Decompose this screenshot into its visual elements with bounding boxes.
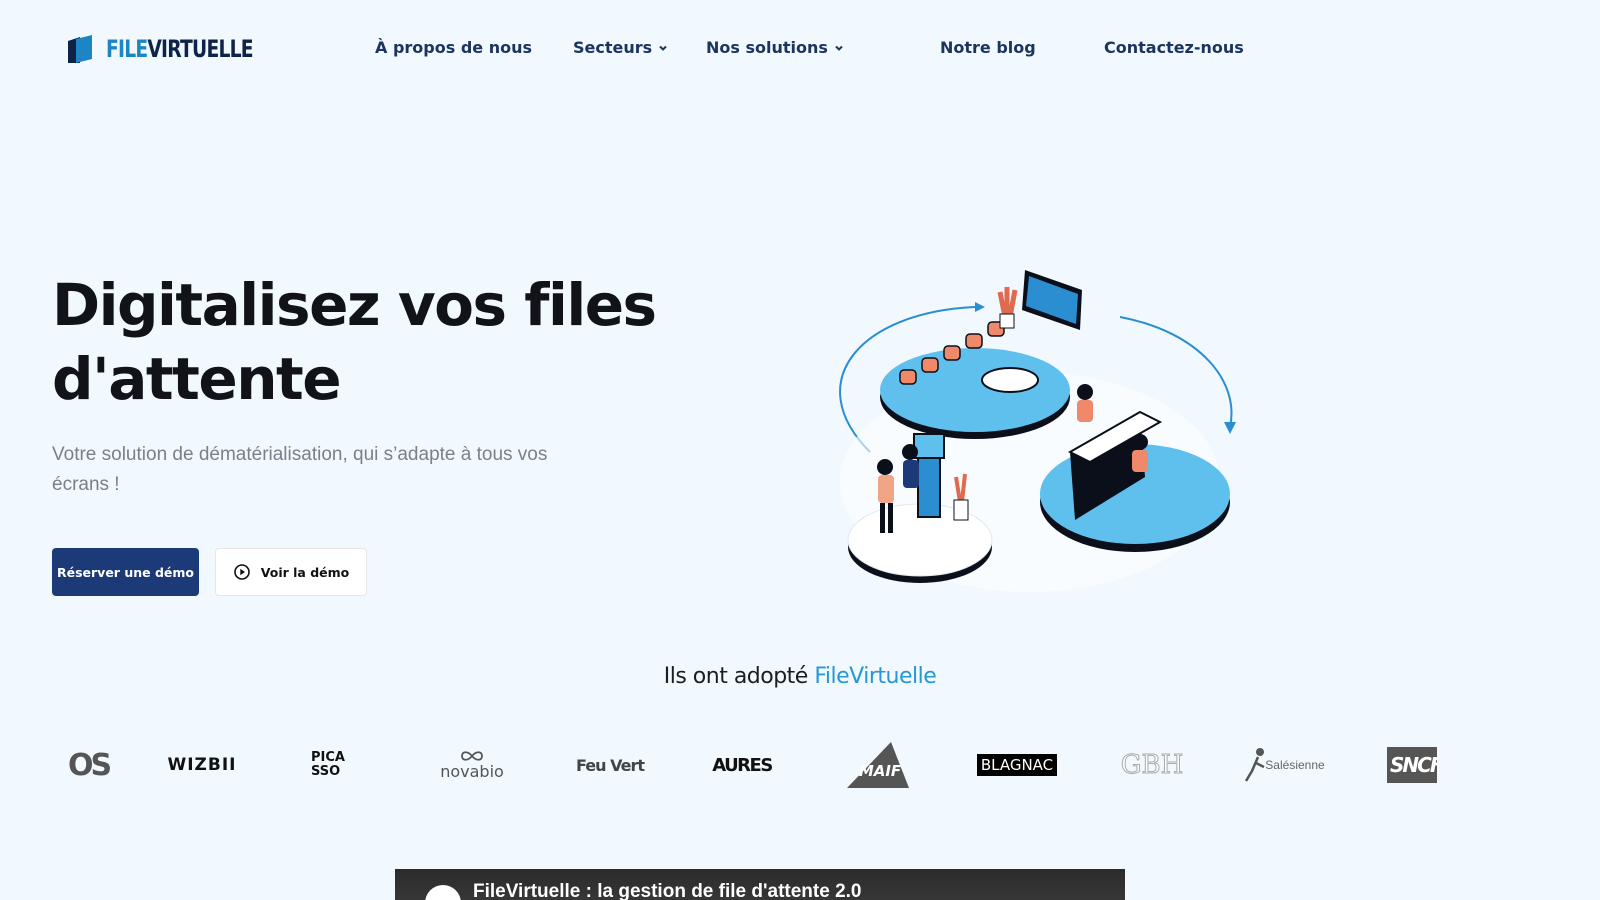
picasso-logo: PICASSO	[311, 750, 345, 779]
clients-heading-accent: FileVirtuelle	[814, 664, 937, 689]
nav-contact-label: Contactez-nous	[1104, 38, 1244, 57]
nav-solutions[interactable]: Nos solutions	[706, 38, 844, 57]
hero-title: Digitalisez vos files d'attente	[52, 268, 672, 416]
nav-solutions-label: Nos solutions	[706, 38, 828, 57]
hero-title-line1: Digitalisez vos files	[52, 271, 657, 339]
chevron-down-icon	[835, 45, 843, 51]
nav-sectors-label: Secteurs	[573, 38, 653, 57]
watch-demo-button[interactable]: Voir la démo	[215, 548, 367, 596]
maif-logo: MAIF	[847, 730, 909, 800]
clients-heading-prefix: Ils ont adopté	[663, 664, 815, 689]
novabio-logo: novabio	[432, 730, 512, 800]
book-demo-button[interactable]: Réserver une démo	[52, 548, 199, 596]
watch-demo-label: Voir la démo	[260, 564, 350, 580]
sncf-logo: SNCF	[1387, 730, 1437, 800]
nav-about-label: À propos de nous	[375, 38, 532, 57]
brand-logo[interactable]: FILEVIRTUELLE	[66, 33, 294, 65]
video-title[interactable]: FileVirtuelle : la gestion de file d'att…	[473, 881, 862, 900]
client-logos-carousel: OS WIZBII PICASSO novabio Feu Vert AURES…	[52, 730, 1442, 800]
logo-wordmark: FILEVIRTUELLE	[106, 35, 254, 63]
os-logo: OS	[67, 747, 111, 783]
logo-mark-icon	[68, 35, 92, 63]
hero-title-line2: d'attente	[52, 345, 342, 413]
wizbii-logo: WIZBII	[167, 755, 237, 775]
hero-subtitle: Votre solution de dématérialisation, qui…	[52, 444, 548, 495]
nav-blog-label: Notre blog	[940, 38, 1036, 57]
queue-management-illustration	[839, 270, 1236, 592]
salesienne-logo: Salésienne	[1242, 730, 1324, 800]
chevron-down-icon	[659, 45, 667, 51]
demo-video-player[interactable]: FileVirtuelle : la gestion de file d'att…	[395, 869, 1125, 900]
nav-blog[interactable]: Notre blog	[940, 38, 1036, 57]
blagnac-logo: BLAGNAC	[972, 730, 1062, 800]
nav-about[interactable]: À propos de nous	[375, 38, 532, 57]
channel-avatar[interactable]	[425, 885, 461, 900]
nav-contact[interactable]: Contactez-nous	[1104, 38, 1244, 57]
aures-logo: AURES	[712, 754, 773, 776]
nav-sectors[interactable]: Secteurs	[573, 38, 668, 57]
gbh-logo: GBH	[1120, 750, 1184, 781]
novabio-infinity-icon	[461, 750, 483, 761]
book-demo-label: Réserver une démo	[57, 564, 194, 580]
feuvert-logo: Feu Vert	[576, 755, 645, 775]
play-circle-icon	[233, 564, 250, 580]
clients-heading: Ils ont adopté FileVirtuelle	[0, 664, 1600, 689]
